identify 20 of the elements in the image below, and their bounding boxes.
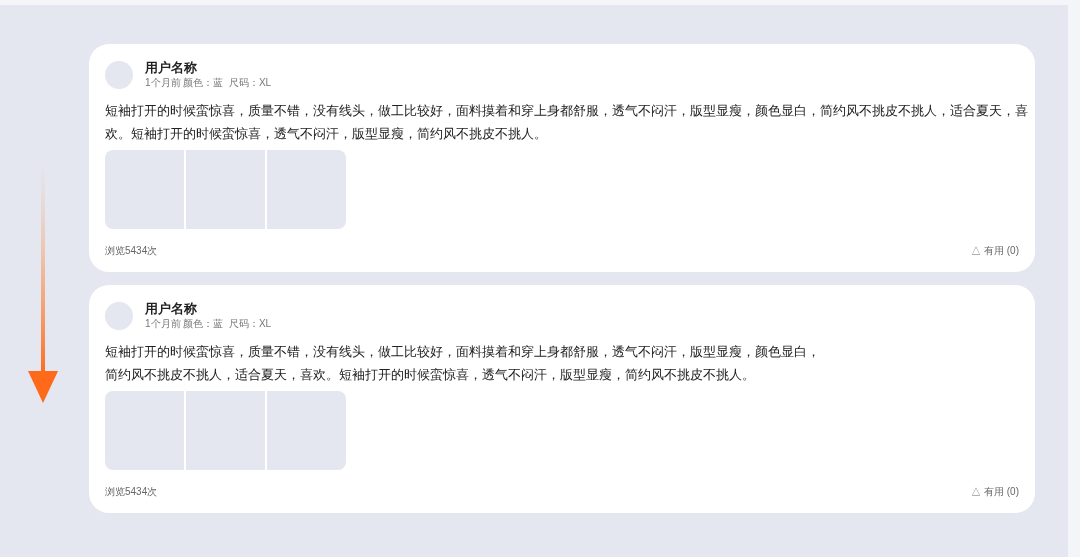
image-placeholder[interactable] xyxy=(105,391,184,470)
review-text-line: 短袖打开的时候蛮惊喜，质量不错，没有线头，做工比较好，面料摸着和穿上身都舒服，透气不闷汗，版型显瘦，颜色显白， xyxy=(105,343,820,361)
image-placeholder[interactable] xyxy=(105,150,184,229)
helpful-link[interactable]: △ 有用 (0) xyxy=(971,243,1019,258)
review-text-line: 短袖打开的时候蛮惊喜，质量不错，没有线头，做工比较好，面料摸着和穿上身都舒服，透气不闷汗，版型显瘦，颜色显白，简约风不挑皮不挑人，适合夏天，喜 xyxy=(105,102,1028,120)
image-placeholder[interactable] xyxy=(267,391,346,470)
image-placeholder[interactable] xyxy=(186,391,265,470)
avatar xyxy=(105,302,133,330)
username: 用户名称 xyxy=(145,301,198,317)
review-text-line: 欢。短袖打开的时候蛮惊喜，透气不闷汗，版型显瘦，简约风不挑皮不挑人。 xyxy=(105,125,547,143)
image-placeholder[interactable] xyxy=(267,150,346,229)
view-count: 浏览5434次 xyxy=(105,244,158,258)
helpful-link[interactable]: △ 有用 (0) xyxy=(971,484,1019,499)
review-meta: 1个月前 颜色：蓝 尺码：XL xyxy=(145,317,272,331)
avatar xyxy=(105,61,133,89)
review-meta: 1个月前 颜色：蓝 尺码：XL xyxy=(145,76,272,90)
review-text-line: 简约风不挑皮不挑人，适合夏天，喜欢。短袖打开的时候蛮惊喜，透气不闷汗，版型显瘦，简约风不挑皮不挑人。 xyxy=(105,366,755,384)
username: 用户名称 xyxy=(145,60,198,76)
image-placeholder[interactable] xyxy=(186,150,265,229)
view-count: 浏览5434次 xyxy=(105,485,158,499)
